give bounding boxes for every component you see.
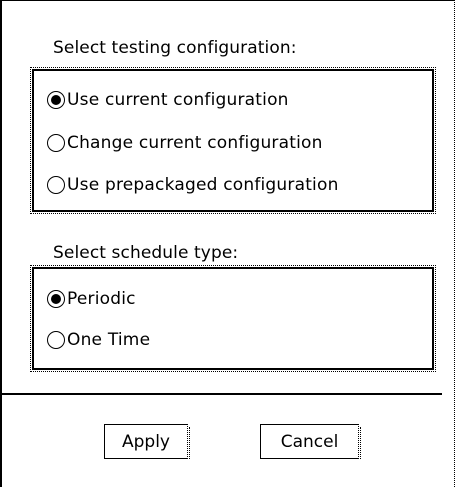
radio-label: Periodic bbox=[67, 289, 136, 309]
radio-unselected-icon bbox=[47, 176, 65, 194]
radio-unselected-icon bbox=[47, 134, 65, 152]
radio-selected-icon bbox=[47, 290, 65, 308]
cancel-button[interactable]: Cancel bbox=[260, 424, 361, 459]
radio-periodic[interactable]: Periodic bbox=[47, 286, 136, 312]
radio-use-current-config[interactable]: Use current configuration bbox=[47, 87, 289, 113]
testing-config-heading: Select testing configuration: bbox=[53, 38, 297, 58]
radio-label: Use prepackaged configuration bbox=[67, 175, 339, 195]
schedule-type-group: Periodic One Time bbox=[30, 265, 436, 372]
schedule-type-heading: Select schedule type: bbox=[53, 243, 239, 263]
radio-label: Use current configuration bbox=[67, 90, 289, 110]
radio-one-time[interactable]: One Time bbox=[47, 327, 150, 353]
radio-change-current-config[interactable]: Change current configuration bbox=[47, 130, 323, 156]
separator bbox=[2, 393, 442, 395]
radio-label: One Time bbox=[67, 330, 151, 350]
radio-selected-icon bbox=[47, 91, 65, 109]
radio-label: Change current configuration bbox=[67, 133, 323, 153]
testing-config-group: Use current configuration Change current… bbox=[30, 67, 436, 214]
radio-use-prepackaged-config[interactable]: Use prepackaged configuration bbox=[47, 172, 339, 198]
radio-unselected-icon bbox=[47, 331, 65, 349]
apply-button[interactable]: Apply bbox=[104, 424, 190, 459]
